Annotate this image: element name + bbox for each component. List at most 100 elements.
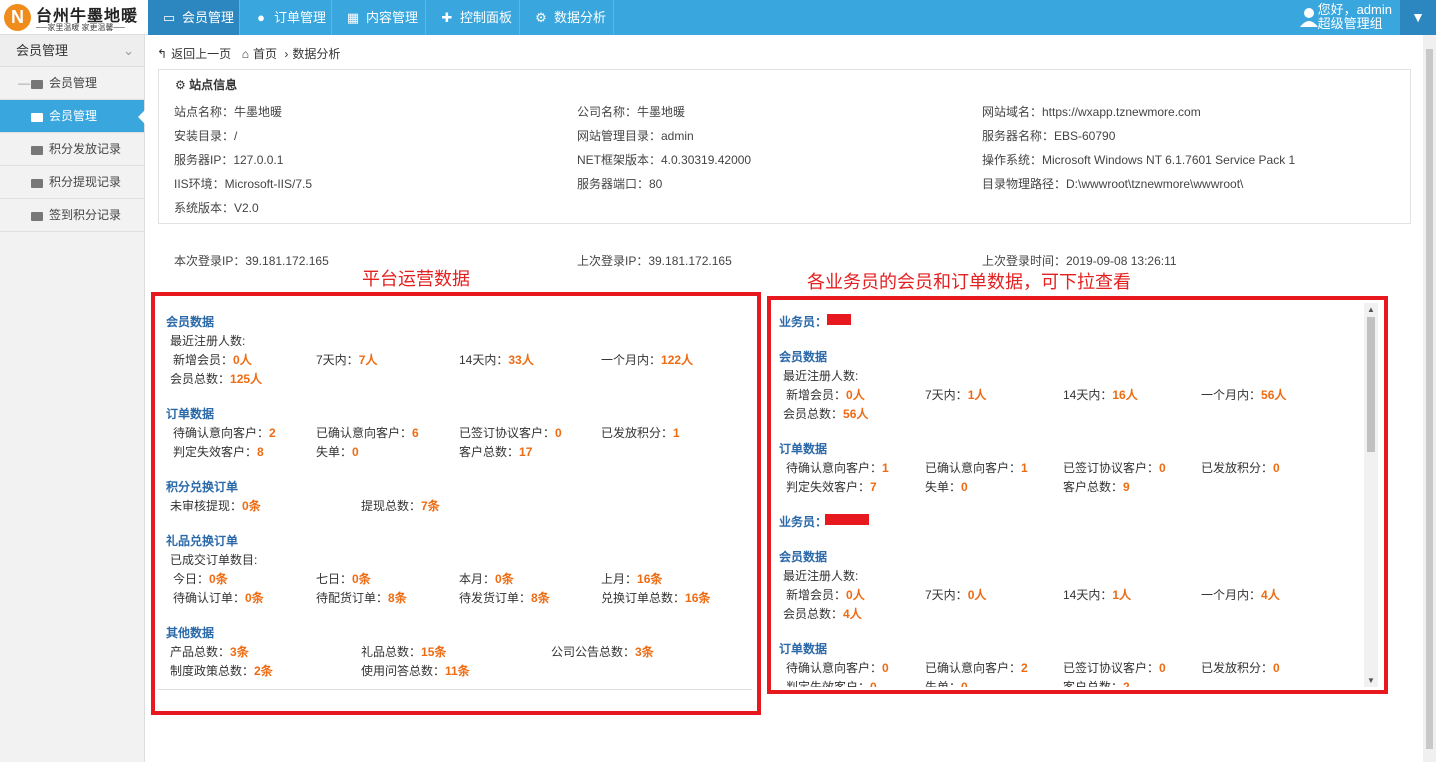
nav-label: 控制面板 [460,10,513,25]
exchange-order-title: 积分兑换订单 [166,480,239,494]
agent-stat-invalid: 判定失效客户：7 [786,480,877,494]
stat-lost: 失单：0 [316,445,359,459]
done-orders-label: 已成交订单数目: [170,553,258,567]
stat-points: 已发放积分：1 [601,426,680,440]
server-ip: 服务器IP：127.0.0.1 [174,153,284,167]
page-scrollbar-thumb[interactable] [1426,49,1433,749]
agent-stat-total: 会员总数：56人 [783,407,869,421]
sidebar-item-label: 签到积分记录 [49,208,122,222]
stat-policy: 制度政策总数：2条 [170,664,273,678]
agent-stat-customers: 客户总数：9 [1063,480,1130,494]
member-data-title: 会员数据 [166,315,215,329]
agent-panel-scrollbar[interactable]: ▲ ▼ [1364,303,1378,687]
site-info-title: ⚙ 站点信息 [175,78,238,92]
stat-new-members: 新增会员：0人 [173,353,252,367]
agent-stat-customers: 客户总数：2 [1063,680,1130,687]
nav-member-management[interactable]: ▭ 会员管理 [148,0,240,35]
back-icon: ↰ [157,47,168,61]
user-info[interactable]: 您好，admin 超级管理组 [1318,3,1392,31]
sidebar-header[interactable]: 会员管理 ⌄ [0,35,144,67]
stat-withdraw: 提现总数：7条 [361,499,440,513]
agent-stat-lost: 失单：0 [925,480,968,494]
stat-faq: 使用问答总数：11条 [361,664,470,678]
agent-stat-pending: 待确认意向客户：1 [786,461,889,475]
back-link[interactable]: 返回上一页 [171,47,231,61]
net-version: NET框架版本：4.0.30319.42000 [577,153,752,167]
stat-to-ship: 待发货订单：8条 [459,591,550,605]
site-domain: 网站域名：https://wxapp.tznewmore.com [982,105,1201,119]
redacted-agent-name [825,514,869,525]
sidebar-item-label: 积分提现记录 [49,175,122,189]
scroll-up-icon[interactable]: ▲ [1367,305,1375,314]
agent-stat-new: 新增会员：0人 [786,588,865,602]
current-login-ip: 本次登录IP：39.181.172.165 [174,254,329,268]
breadcrumb: ↰ 返回上一页 ⌂ 首页 › 数据分析 [157,45,344,62]
chevron-down-icon[interactable]: ▼ [1400,0,1436,35]
user-greeting: 您好，admin [1317,2,1392,17]
nav-order-management[interactable]: ● 订单管理 [240,0,332,35]
grid-icon: ▦ [346,10,360,25]
sidebar-item-label: 会员管理 [49,109,98,123]
nav-label: 数据分析 [554,10,607,25]
agent-stat-new: 新增会员：0人 [786,388,865,402]
sidebar-item-label: 会员管理 [49,76,98,90]
nav-label: 订单管理 [274,10,327,25]
physical-path: 目录物理路径：D:\wwwroot\tznewmore\wwwroot\ [982,177,1244,191]
scroll-down-icon[interactable]: ▼ [1367,676,1375,685]
nav-label: 会员管理 [182,10,235,25]
agent-stat-1month: 一个月内：56人 [1201,388,1287,402]
stat-confirmed: 已确认意向客户：6 [316,426,419,440]
sidebar-item-checkin-points[interactable]: 签到积分记录 [0,199,144,232]
sidebar-item-member-management[interactable]: 会员管理 [0,100,145,133]
last-login-time: 上次登录时间：2019-09-08 13:26:11 [982,254,1177,268]
site-name: 站点名称：牛墨地暖 [174,105,283,119]
agent-stat-lost: 失单：0 [925,680,968,687]
stat-customers: 客户总数：17 [459,445,533,459]
install-dir: 安装目录：/ [174,129,238,143]
agent-data-panel[interactable]: ▲ ▼ 业务员： 会员数据 最近注册人数: 新增会员：0人 7天内：1人 14天… [774,303,1378,687]
stat-member-total: 会员总数：125人 [170,372,263,386]
agent-stat-total: 会员总数：4人 [783,607,862,621]
other-data-title: 其他数据 [166,626,215,640]
nav-data-analysis[interactable]: ⚙ 数据分析 [520,0,614,35]
nav-control-panel[interactable]: ✚ 控制面板 [426,0,520,35]
agent-stat-pending: 待确认意向客户：0 [786,661,889,675]
brand-logo[interactable]: N 台州牛墨地暖 ──家里温暖 家更温馨── [0,0,148,35]
stat-last-month: 上月：16条 [601,572,663,586]
agent-stat-points: 已发放积分：0 [1201,661,1280,675]
folder-icon [31,80,43,89]
user-role: 超级管理组 [1317,16,1383,31]
stat-7days: 7天内：7人 [316,353,378,367]
home-link[interactable]: 首页 [253,47,277,61]
agent-recent-label: 最近注册人数: [783,569,859,583]
sidebar-item-points-withdraw[interactable]: 积分提现记录 [0,166,144,199]
sidebar-item-points-issued[interactable]: 积分发放记录 [0,133,144,166]
stat-today: 今日：0条 [173,572,228,586]
os-info: 操作系统：Microsoft Windows NT 6.1.7601 Servi… [982,153,1296,167]
stat-exchange-total: 兑换订单总数：16条 [601,591,711,605]
sidebar: 会员管理 ⌄ — 会员管理 会员管理 积分发放记录 积分提现记录 签到积分记录 [0,35,145,762]
sidebar-header-label: 会员管理 [16,43,69,58]
agent-stat-7days: 7天内：0人 [925,588,987,602]
monitor-icon: ▭ [162,10,176,25]
agent-stat-points: 已发放积分：0 [1201,461,1280,475]
folder-icon [31,179,43,188]
stat-notices: 公司公告总数：3条 [551,645,654,659]
folder-icon [31,113,43,122]
nav-content-management[interactable]: ▦ 内容管理 [332,0,426,35]
recent-reg-label: 最近注册人数: [170,334,246,348]
agent-label: 业务员： [779,515,828,529]
stat-to-allocate: 待配货订单：8条 [316,591,407,605]
page-scrollbar[interactable] [1423,35,1436,762]
home-icon: ⌂ [241,47,249,61]
sidebar-group-member[interactable]: — 会员管理 [0,67,144,100]
iis-env: IIS环境：Microsoft-IIS/7.5 [174,177,313,191]
agent-stat-signed: 已签订协议客户：0 [1063,461,1166,475]
nav-label: 内容管理 [366,10,419,25]
agent-stat-1month: 一个月内：4人 [1201,588,1280,602]
user-avatar-icon[interactable] [1300,7,1318,27]
agent-stat-confirmed: 已确认意向客户：1 [925,461,1028,475]
agent-stat-signed: 已签订协议客户：0 [1063,661,1166,675]
scrollbar-thumb[interactable] [1367,317,1375,452]
last-login-ip: 上次登录IP：39.181.172.165 [577,254,732,268]
